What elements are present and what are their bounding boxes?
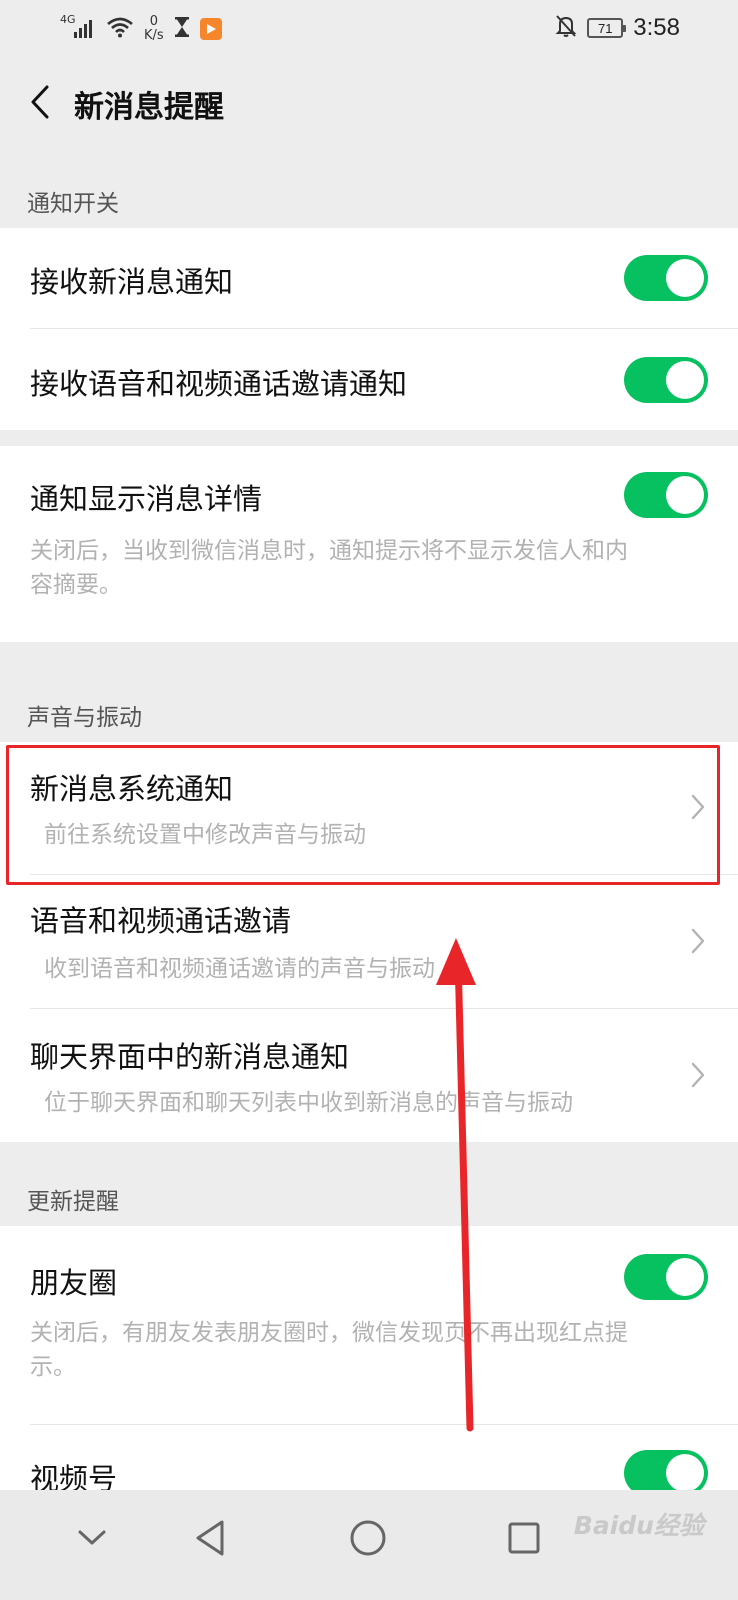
square-recents-icon: [508, 1522, 540, 1554]
arrow-annotation-icon: [436, 938, 476, 1432]
triangle-back-icon: [196, 1520, 224, 1556]
nav-home-button[interactable]: [338, 1508, 398, 1568]
chevron-down-icon: [78, 1530, 106, 1545]
baidu-watermark: Baidu经验: [573, 1511, 704, 1540]
circle-home-icon: [350, 1520, 386, 1556]
nav-back-button[interactable]: [180, 1508, 240, 1568]
nav-recents-button[interactable]: [494, 1508, 554, 1568]
nav-collapse-button[interactable]: [62, 1508, 122, 1568]
